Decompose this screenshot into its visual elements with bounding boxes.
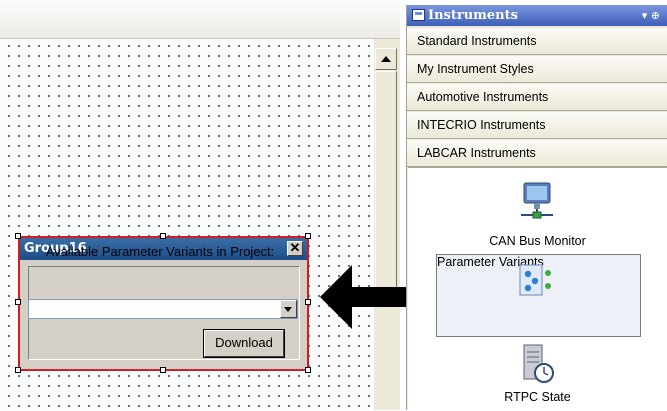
server-clock-icon (523, 344, 554, 383)
download-button[interactable]: Download (203, 329, 285, 358)
instrument-can-bus-monitor[interactable]: CAN Bus Monitor (408, 182, 667, 252)
instrument-parameter-variants[interactable]: Parameter Variants (436, 254, 641, 337)
chevron-down-icon[interactable] (280, 300, 297, 318)
instruments-panel-icon (412, 9, 425, 21)
instrument-label: RTPC State (504, 390, 571, 404)
resize-handle-right[interactable] (305, 299, 311, 305)
designer-area: Group16 ✕ Available Parameter Variants i… (0, 0, 400, 410)
category-automotive-instruments[interactable]: Automotive Instruments (407, 84, 667, 111)
instrument-list: CAN Bus Monitor Parameter Variants RTPC … (408, 167, 667, 411)
group-widget[interactable]: Group16 ✕ Available Parameter Variants i… (18, 236, 309, 371)
resize-handle-top[interactable] (160, 233, 166, 239)
scroll-up-button[interactable] (375, 48, 397, 70)
vertical-scrollbar[interactable] (374, 39, 400, 410)
category-my-instrument-styles[interactable]: My Instrument Styles (407, 56, 667, 83)
left-arrow-icon (320, 265, 418, 329)
resize-handle-top-right[interactable] (305, 233, 311, 239)
scroll-thumb[interactable] (375, 71, 397, 289)
instruments-title: Instruments (428, 8, 518, 23)
designer-header (0, 0, 400, 39)
parameter-variants-label: Available Parameter Variants in Project: (45, 244, 275, 259)
parameter-variant-select[interactable] (28, 299, 298, 319)
resize-handle-top-left[interactable] (15, 233, 21, 239)
category-labcar-instruments[interactable]: LABCAR Instruments (407, 140, 667, 167)
resize-handle-bottom[interactable] (160, 367, 166, 373)
monitor-network-icon (521, 182, 553, 219)
category-intecrio-instruments[interactable]: INTECRIO Instruments (407, 112, 667, 139)
instrument-label: CAN Bus Monitor (489, 234, 586, 248)
resize-handle-bottom-left[interactable] (15, 367, 21, 373)
resize-handle-bottom-right[interactable] (305, 367, 311, 373)
category-standard-instruments[interactable]: Standard Instruments (407, 28, 667, 55)
resize-handle-left[interactable] (15, 299, 21, 305)
instrument-rtpc-state[interactable]: RTPC State (408, 344, 667, 410)
parameter-variants-icon (519, 264, 551, 296)
instruments-title-bar: Instruments ▾ ⊕ (407, 5, 667, 26)
panel-pin-controls[interactable]: ▾ ⊕ (642, 5, 660, 26)
instruments-panel: Instruments ▾ ⊕ Standard Instruments My … (406, 5, 667, 411)
